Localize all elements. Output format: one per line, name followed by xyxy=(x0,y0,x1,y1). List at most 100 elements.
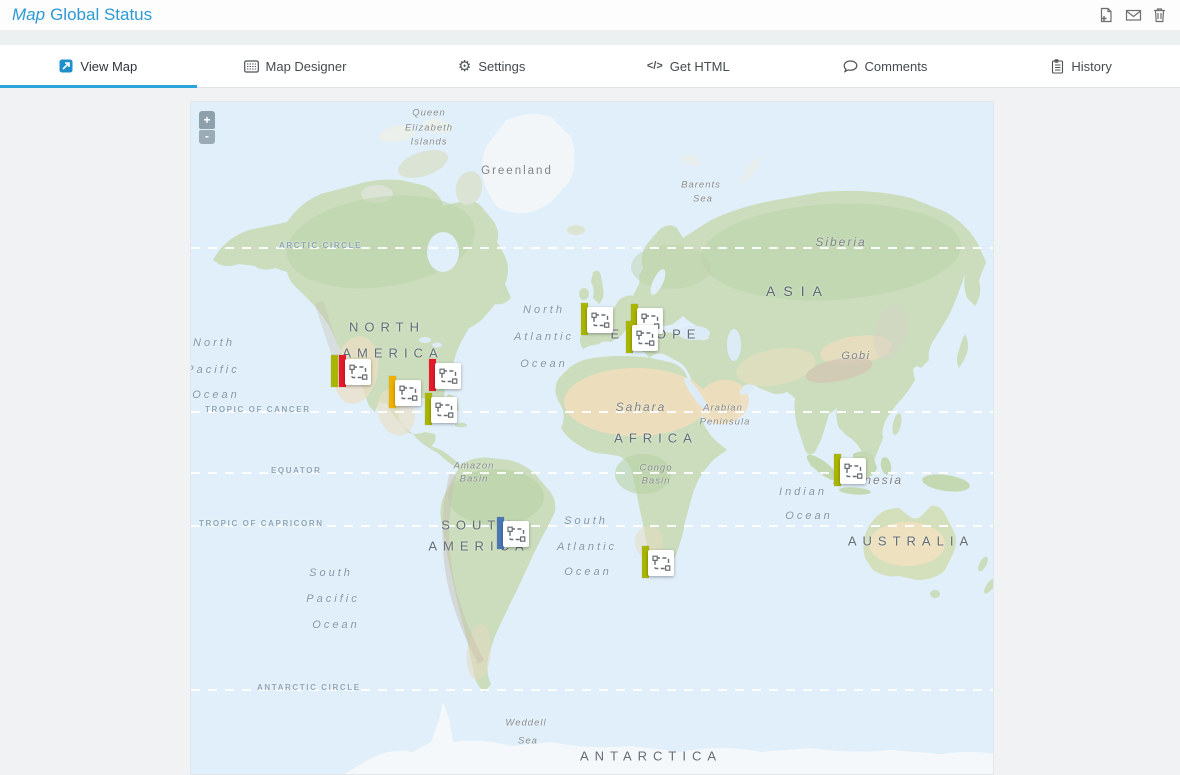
app-header: Map Global Status xyxy=(0,0,1180,30)
settings-gear-icon: ⚙ xyxy=(458,59,471,74)
marker-tile[interactable] xyxy=(345,359,371,385)
tab-bar: View Map Map Designer ⚙ Settings </> Get… xyxy=(0,45,1180,88)
header-divider-strip xyxy=(0,30,1180,45)
marker-tile[interactable] xyxy=(431,397,457,423)
delete-icon[interactable] xyxy=(1152,7,1168,23)
content-area: + - ARCTIC CIRCLETROPIC OF CANCEREQUATOR… xyxy=(0,88,1180,775)
world-map-graphic xyxy=(191,102,994,775)
map-label: Ocean xyxy=(312,619,359,631)
map-label: Queen xyxy=(412,108,446,119)
marker-tile[interactable] xyxy=(648,550,674,576)
marker-status-bar-olive xyxy=(331,355,338,387)
map-marker[interactable] xyxy=(425,393,457,425)
placeholder-image-icon xyxy=(636,330,655,347)
latitude-line-label: TROPIC OF CANCER xyxy=(205,405,311,414)
tab-settings[interactable]: ⚙ Settings xyxy=(393,45,590,87)
placeholder-image-icon xyxy=(399,385,418,402)
placeholder-image-icon xyxy=(591,312,610,329)
map-label: Atlantic xyxy=(557,541,617,553)
map-label: North xyxy=(193,337,235,349)
map-label: Ocean xyxy=(785,510,832,522)
map-marker[interactable] xyxy=(429,359,461,391)
map-label: Ocean xyxy=(564,566,611,578)
map-label: NORTH xyxy=(349,320,425,335)
latitude-line-label: EQUATOR xyxy=(271,466,321,475)
map-label: Weddell xyxy=(505,718,546,729)
map-label: Sahara xyxy=(616,400,667,414)
map-marker[interactable] xyxy=(626,321,658,353)
tab-label: Get HTML xyxy=(670,59,730,74)
map-label: Elizabeth xyxy=(405,123,453,134)
latitude-line-label: ANTARCTIC CIRCLE xyxy=(257,683,361,692)
code-icon: </> xyxy=(647,60,663,72)
map-label: Indian xyxy=(779,486,827,498)
map-label: Congo xyxy=(640,463,673,474)
map-label: Pacific xyxy=(306,593,359,605)
map-label: Siberia xyxy=(815,235,866,249)
map-label: Arabian xyxy=(703,403,743,414)
map-label: Peninsula xyxy=(700,417,751,428)
tab-view-map[interactable]: View Map xyxy=(0,45,197,87)
tab-history[interactable]: History xyxy=(983,45,1180,87)
map-label: South xyxy=(564,515,608,527)
tab-label: View Map xyxy=(80,59,137,74)
page-title-text: Global Status xyxy=(50,5,152,24)
map-label: Atlantic xyxy=(514,331,574,343)
tab-label: Comments xyxy=(865,59,928,74)
map-label: Ocean xyxy=(192,389,239,401)
zoom-out-button[interactable]: - xyxy=(199,130,215,144)
map-label: Basin xyxy=(460,474,489,485)
map-marker[interactable] xyxy=(581,303,613,335)
tab-comments[interactable]: Comments xyxy=(787,45,984,87)
marker-tile[interactable] xyxy=(840,458,866,484)
map-label: Sea xyxy=(693,194,713,205)
email-icon[interactable] xyxy=(1125,7,1141,23)
map-marker[interactable] xyxy=(642,546,674,578)
tab-map-designer[interactable]: Map Designer xyxy=(197,45,394,87)
map-label: ASIA xyxy=(766,283,830,299)
map-label: Basin xyxy=(642,476,671,487)
map-label: Pacific xyxy=(190,364,240,376)
map-marker[interactable] xyxy=(331,355,371,387)
marker-tile[interactable] xyxy=(587,307,613,333)
map-label: AFRICA xyxy=(614,431,698,446)
marker-tile[interactable] xyxy=(503,521,529,547)
latitude-line-label: TROPIC OF CAPRICORN xyxy=(199,519,324,528)
placeholder-image-icon xyxy=(435,402,454,419)
comments-icon xyxy=(843,60,858,73)
map-label: AUSTRALIA xyxy=(848,534,974,549)
map-label: South xyxy=(309,567,353,579)
map-label: North xyxy=(523,304,565,316)
header-actions xyxy=(1098,7,1168,23)
tab-label: History xyxy=(1071,59,1111,74)
view-map-icon xyxy=(59,59,73,73)
placeholder-image-icon xyxy=(439,368,458,385)
zoom-in-button[interactable]: + xyxy=(199,111,215,129)
map-label: Ocean xyxy=(520,358,567,370)
page-title-prefix: Map xyxy=(12,5,45,24)
map-label: Islands xyxy=(410,137,447,148)
map-label: Amazon xyxy=(454,461,495,472)
marker-tile[interactable] xyxy=(632,325,658,351)
map-label: Barents xyxy=(681,180,721,191)
map-zoom-control: + - xyxy=(199,111,215,144)
placeholder-image-icon xyxy=(349,364,368,381)
tab-get-html[interactable]: </> Get HTML xyxy=(590,45,787,87)
map-marker[interactable] xyxy=(834,454,866,486)
map-marker[interactable] xyxy=(497,517,529,549)
placeholder-image-icon xyxy=(652,555,671,572)
tab-label: Map Designer xyxy=(266,59,347,74)
marker-tile[interactable] xyxy=(435,363,461,389)
latitude-line: ANTARCTIC CIRCLE xyxy=(191,689,993,691)
map-marker[interactable] xyxy=(389,376,421,408)
history-icon xyxy=(1051,59,1064,74)
world-map[interactable]: + - ARCTIC CIRCLETROPIC OF CANCEREQUATOR… xyxy=(190,101,994,775)
placeholder-image-icon xyxy=(507,526,526,543)
map-label: Gobi xyxy=(841,350,870,362)
add-document-icon[interactable] xyxy=(1098,7,1114,23)
latitude-line: TROPIC OF CANCER xyxy=(191,411,993,413)
marker-tile[interactable] xyxy=(395,380,421,406)
tab-label: Settings xyxy=(478,59,525,74)
map-designer-icon xyxy=(244,60,259,73)
placeholder-image-icon xyxy=(844,463,863,480)
